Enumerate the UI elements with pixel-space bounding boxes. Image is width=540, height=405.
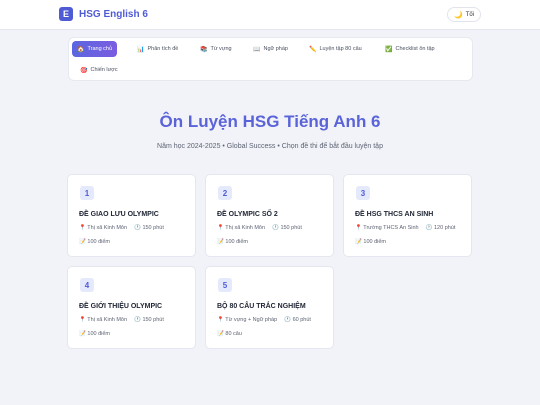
card-number: 5 <box>218 278 232 292</box>
moon-icon: 🌙 <box>453 11 463 19</box>
brand-logo: E <box>59 7 73 21</box>
main-nav: 🏠 Trang chủ 📊 Phân tích đề 📚 Từ vựng 📖 N… <box>68 37 473 81</box>
nav-item-vocabulary[interactable]: 📚 Từ vựng <box>195 41 237 57</box>
nav-item-home[interactable]: 🏠 Trang chủ <box>72 41 118 57</box>
exam-card[interactable]: 5 BỘ 80 CÂU TRẮC NGHIỆM 📍 Từ vựng + Ngữ … <box>205 266 334 349</box>
theme-toggle-label: Tối <box>465 11 475 18</box>
card-score: 80 câu <box>225 331 242 337</box>
memo-icon: 📝 <box>79 331 86 337</box>
memo-icon: 📝 <box>79 239 86 245</box>
nav-item-label: Từ vựng <box>210 46 232 52</box>
brand-name: HSG English 6 <box>79 8 148 20</box>
memo-icon: 📝 <box>217 239 224 245</box>
check-icon: ✅ <box>385 46 393 53</box>
chart-icon: 📊 <box>137 46 145 53</box>
exam-card[interactable]: 1 ĐỀ GIAO LƯU OLYMPIC 📍 Thị xã Kinh Môn … <box>67 174 196 257</box>
card-title: BỘ 80 CÂU TRẮC NGHIỆM <box>217 303 306 310</box>
card-score-row: 📝 100 điểm <box>79 239 110 245</box>
books-icon: 📚 <box>200 46 208 53</box>
card-title: ĐỀ OLYMPIC SỐ 2 <box>217 211 278 218</box>
pin-icon: 📍 <box>217 317 224 323</box>
top-bar: E HSG English 6 🌙 Tối <box>0 0 540 30</box>
card-meta: 📍 Thị xã Kinh Môn 🕐 150 phút <box>217 225 302 231</box>
memo-icon: 📝 <box>217 331 224 337</box>
card-score-row: 📝 100 điểm <box>217 239 248 245</box>
card-score-row: 📝 100 điểm <box>355 239 386 245</box>
clock-icon: 🕐 <box>284 317 292 323</box>
nav-item-label: Luyện tập 80 câu <box>319 46 362 52</box>
card-meta: 📍 Trường THCS An Sinh 🕐 120 phút <box>355 225 455 231</box>
home-icon: 🏠 <box>77 46 85 53</box>
pin-icon: 📍 <box>79 225 86 231</box>
nav-item-label: Phân tích đề <box>147 46 179 52</box>
page-title: Ôn Luyện HSG Tiếng Anh 6 <box>159 112 381 131</box>
exam-card[interactable]: 2 ĐỀ OLYMPIC SỐ 2 📍 Thị xã Kinh Môn 🕐 15… <box>205 174 334 257</box>
card-location: Từ vựng + Ngữ pháp <box>225 317 278 323</box>
card-location: Thị xã Kinh Môn <box>225 225 266 231</box>
nav-item-label: Ngữ pháp <box>263 46 288 52</box>
card-title: ĐỀ HSG THCS AN SINH <box>355 211 434 218</box>
card-score-row: 📝 80 câu <box>217 331 242 337</box>
card-score: 100 điểm <box>87 239 111 245</box>
card-number: 1 <box>80 186 94 200</box>
nav-item-label: Checklist ôn tập <box>395 46 435 52</box>
memo-icon: 📝 <box>355 239 362 245</box>
pin-icon: 📍 <box>217 225 224 231</box>
nav-item-checklist[interactable]: ✅ Checklist ôn tập <box>380 41 440 57</box>
clock-icon: 🕐 <box>134 225 141 231</box>
card-title: ĐỀ GIỚI THIỆU OLYMPIC <box>79 303 163 310</box>
pin-icon: 📍 <box>355 225 362 231</box>
brand[interactable]: E HSG English 6 <box>59 7 148 21</box>
page-subtitle: Năm học 2024-2025 • Global Success • Chọ… <box>157 143 383 150</box>
card-location: Thị xã Kinh Môn <box>87 225 128 231</box>
card-number: 2 <box>218 186 232 200</box>
card-meta: 📍 Thị xã Kinh Môn 🕐 150 phút <box>79 225 164 231</box>
card-score-row: 📝 100 điểm <box>79 331 110 337</box>
exam-card[interactable]: 4 ĐỀ GIỚI THIỆU OLYMPIC 📍 Thị xã Kinh Mô… <box>67 266 196 349</box>
nav-item-grammar[interactable]: 📖 Ngữ pháp <box>248 41 293 57</box>
clock-icon: 🕐 <box>272 225 279 231</box>
card-meta: 📍 Từ vựng + Ngữ pháp 🕐 60 phút <box>217 317 311 323</box>
exam-card[interactable]: 3 ĐỀ HSG THCS AN SINH 📍 Trường THCS An S… <box>343 174 472 257</box>
card-title: ĐỀ GIAO LƯU OLYMPIC <box>79 211 159 218</box>
clock-icon: 🕐 <box>134 317 141 323</box>
card-score: 100 điểm <box>225 239 249 245</box>
nav-item-label: Chiến lược <box>90 67 118 73</box>
pencil-icon: ✏️ <box>309 46 317 53</box>
card-score: 100 điểm <box>87 331 111 337</box>
card-number: 3 <box>356 186 370 200</box>
card-duration: 150 phút <box>142 317 164 323</box>
card-duration: 120 phút <box>433 225 456 231</box>
card-number: 4 <box>80 278 94 292</box>
nav-item-strategy[interactable]: 🎯 Chiến lược <box>75 62 123 78</box>
theme-toggle-button[interactable]: 🌙 Tối <box>447 7 481 22</box>
card-location: Trường THCS An Sinh <box>363 225 419 231</box>
book-icon: 📖 <box>253 46 261 53</box>
nav-item-practice[interactable]: ✏️ Luyện tập 80 câu <box>304 41 367 57</box>
card-score: 100 điểm <box>363 239 387 245</box>
card-duration: 60 phút <box>292 317 311 323</box>
pin-icon: 📍 <box>79 317 86 323</box>
card-location: Thị xã Kinh Môn <box>87 317 128 323</box>
nav-item-analysis[interactable]: 📊 Phân tích đề <box>132 41 183 57</box>
clock-icon: 🕐 <box>425 225 433 231</box>
target-icon: 🎯 <box>80 67 88 74</box>
card-duration: 150 phút <box>142 225 164 231</box>
nav-item-label: Trang chủ <box>87 46 113 52</box>
card-duration: 150 phút <box>280 225 302 231</box>
card-meta: 📍 Thị xã Kinh Môn 🕐 150 phút <box>79 317 164 323</box>
